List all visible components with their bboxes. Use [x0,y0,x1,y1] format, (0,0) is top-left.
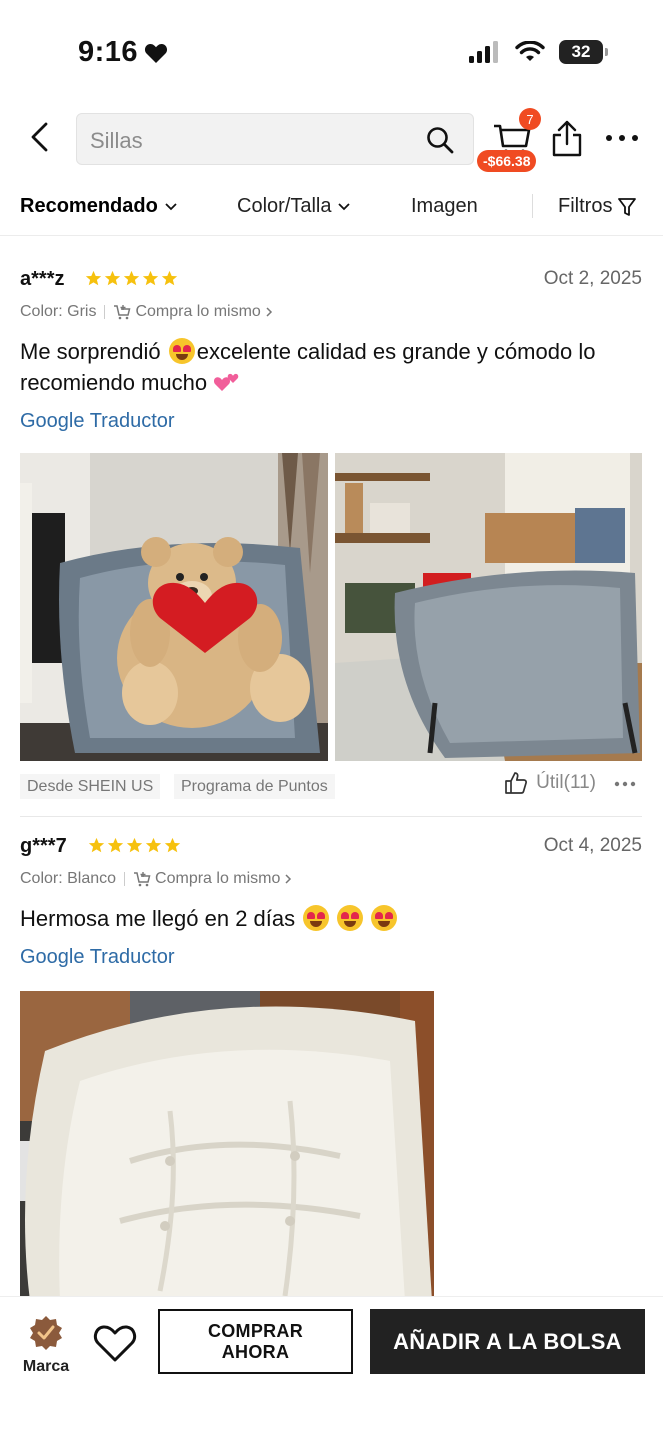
review-text: Hermosa me llegó en 2 días [20,903,642,934]
reviewer-name: a***z [20,268,65,290]
review-photos [20,453,642,761]
star-icon [126,837,143,853]
sort-image-label: Imagen [411,195,478,217]
review-tag: Desde SHEIN US [20,774,161,799]
search-icon[interactable] [425,125,455,155]
star-icon [145,837,162,853]
star-icon [107,837,124,853]
heart-icon [145,43,168,63]
cart-discount-badge: -$66.38 [477,150,537,172]
chevron-down-icon [165,202,177,210]
review-card: a***z Oct 2, 2025 Color: Gris Compra lo … [20,268,642,811]
top-nav: Sillas 7 -$66.38 [0,108,663,172]
buy-same-label: Compra lo mismo [135,303,261,320]
review-header: g***7 Oct 4, 2025 [20,835,642,865]
two-hearts-emoji-icon [214,373,239,391]
buy-now-button[interactable]: COMPRAR AHORA [158,1309,353,1374]
review-meta: Color: Gris Compra lo mismo [20,298,642,326]
heart-eyes-emoji-icon [168,338,195,364]
share-icon[interactable] [550,120,584,158]
review-photos [20,991,642,1301]
sort-image[interactable]: Imagen [411,195,478,218]
cart-plus-icon [114,305,131,320]
chevron-right-icon [266,307,272,317]
search-placeholder: Sillas [90,128,143,153]
sort-recommended-label: Recomendado [20,195,158,217]
buy-same-link[interactable]: Compra lo mismo [133,870,292,888]
back-arrow-icon[interactable] [24,120,58,154]
review-card: g***7 Oct 4, 2025 Color: Blanco Compra l… [20,835,642,1301]
star-icon [164,837,181,853]
more-icon[interactable] [604,128,640,148]
heart-eyes-emoji-icon [371,905,398,931]
helpful-count: Útil(11) [536,772,596,793]
star-icon [88,837,105,853]
sort-filters-label: Filtros [558,195,613,217]
sort-recommended[interactable]: Recomendado [20,195,178,218]
white-chair-image [20,991,434,1301]
heart-eyes-emoji-icon [337,905,364,931]
brand-label: Marca [22,1358,70,1375]
sort-color-size[interactable]: Color/Talla [237,195,351,218]
status-bar: 9:16 32 [0,0,663,100]
sort-divider [532,194,533,218]
heart-eyes-emoji-icon [303,905,330,931]
google-translate-link[interactable]: Google Traductor [20,410,642,433]
buy-same-label: Compra lo mismo [155,870,281,887]
review-color: Color: Blanco [20,870,117,887]
meta-divider [104,305,106,319]
google-translate-link[interactable]: Google Traductor [20,946,642,969]
review-color: Color: Gris [20,303,97,320]
signal-icon [469,41,498,63]
star-icon [104,270,121,286]
chevron-down-icon [338,202,351,210]
rating-stars [85,270,178,287]
wifi-icon [515,41,545,61]
bottom-action-bar: Marca COMPRAR AHORA AÑADIR A LA BOLSA [0,1296,663,1440]
sort-filters[interactable]: Filtros [558,195,637,218]
cart-plus-icon [134,872,151,887]
star-icon [85,270,102,286]
review-photo[interactable] [334,453,642,761]
star-icon [123,270,140,286]
star-icon [161,270,178,286]
brand-button[interactable]: Marca [18,1315,74,1376]
thumbs-up-icon [505,772,528,794]
battery-level: 32 [571,42,591,61]
review-text-part1: Hermosa me llegó en 2 días [20,906,302,931]
review-divider [20,816,642,817]
review-footer: Desde SHEIN US Programa de Puntos Útil(1… [20,771,642,811]
helpful-button[interactable]: Útil(11) [504,771,596,795]
status-time: 9:16 [78,36,168,69]
teddy-bear-chair-image [20,453,328,761]
add-to-bag-button[interactable]: AÑADIR A LA BOLSA [370,1309,645,1374]
battery-icon: 32 [559,40,608,64]
wishlist-heart-icon[interactable] [93,1323,137,1363]
review-tag: Programa de Puntos [174,774,335,799]
rating-stars [88,837,181,854]
sort-filter-bar: Recomendado Color/Talla Imagen Filtros [0,190,663,236]
buy-same-link[interactable]: Compra lo mismo [113,303,272,321]
status-time-text: 9:16 [78,36,139,68]
review-text-part1: Me sorprendió [20,339,167,364]
review-date: Oct 4, 2025 [543,835,642,856]
filter-icon [618,197,637,216]
chevron-right-icon [285,874,292,884]
brand-badge-icon [30,1316,62,1350]
search-input[interactable]: Sillas [76,113,474,165]
review-photo[interactable] [20,991,434,1301]
grey-chair-room-image [334,453,642,761]
sort-color-size-label: Color/Talla [237,195,332,217]
review-photo[interactable] [20,453,328,761]
more-icon[interactable] [614,780,636,788]
review-meta: Color: Blanco Compra lo mismo [20,865,642,893]
review-text: Me sorprendió excelente calidad es grand… [20,336,642,398]
cart-count-badge: 7 [519,108,541,130]
star-icon [142,270,159,286]
meta-divider [124,872,126,886]
reviewer-name: g***7 [20,835,67,857]
review-date: Oct 2, 2025 [543,268,642,289]
review-header: a***z Oct 2, 2025 [20,268,642,298]
